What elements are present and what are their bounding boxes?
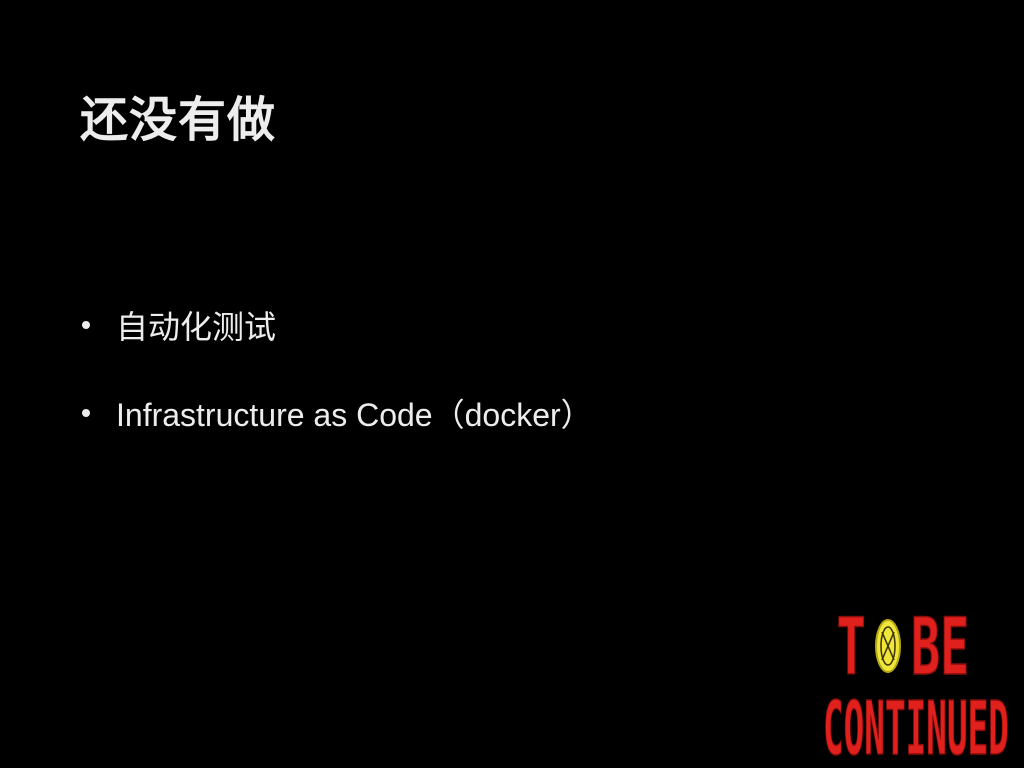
bullet-dot-icon — [82, 321, 90, 329]
list-item: Infrastructure as Code（docker） — [80, 390, 593, 436]
bullet-dot-icon — [82, 409, 90, 417]
logo-text-t: T — [837, 603, 866, 693]
bullet-text: Infrastructure as Code（docker） — [116, 397, 593, 433]
to-be-continued-logo: T BE CONTINUED — [822, 602, 1009, 760]
clock-icon — [875, 619, 901, 673]
slide-title: 还没有做 — [80, 92, 277, 148]
bullet-text: 自动化测试 — [116, 309, 277, 345]
list-item: 自动化测试 — [80, 302, 593, 348]
bullet-list: 自动化测试 Infrastructure as Code（docker） — [80, 302, 593, 478]
logo-text-be: BE — [911, 603, 969, 693]
logo-text-continued: CONTINUED — [823, 685, 1009, 760]
slide: 还没有做 自动化测试 Infrastructure as Code（docker… — [0, 0, 1024, 768]
